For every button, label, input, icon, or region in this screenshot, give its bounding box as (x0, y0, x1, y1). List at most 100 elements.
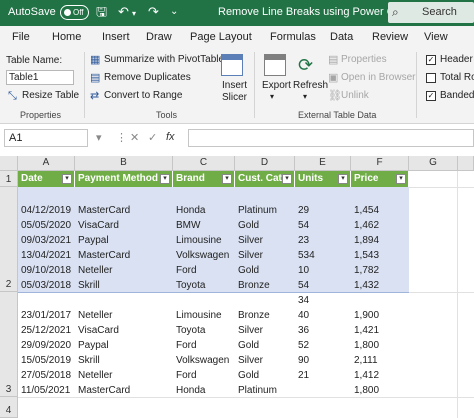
row-header-4[interactable]: 4 (0, 397, 18, 418)
row-header-2[interactable]: 2 (0, 187, 18, 292)
group-divider (416, 52, 417, 118)
enter-icon[interactable]: ✓ (148, 131, 157, 144)
cell-payment-method: Neteller (78, 370, 113, 381)
cell-brand: Limousine (176, 310, 222, 321)
cell-cust-cat: Platinum (238, 385, 277, 396)
total-row-checkbox[interactable] (426, 73, 436, 83)
cell-cust-cat: Gold (238, 340, 260, 351)
tab-insert[interactable]: Insert (102, 31, 130, 43)
tab-view[interactable]: View (424, 31, 448, 43)
search-box[interactable]: ⌕ Search (388, 2, 474, 23)
column-header-b[interactable]: B (75, 156, 173, 171)
table-header-units: Units ▾ (295, 171, 351, 187)
tab-page-layout[interactable]: Page Layout (190, 31, 252, 43)
external-data-group-label: External Table Data (298, 110, 377, 120)
cell-brand: Ford (176, 340, 197, 351)
filter-dropdown-icon[interactable]: ▾ (62, 174, 72, 184)
name-box[interactable]: A1 (4, 129, 88, 147)
remove-duplicates-icon: ▤ (90, 72, 101, 84)
autosave-toggle[interactable]: Off (60, 5, 89, 20)
formula-input[interactable] (188, 129, 474, 147)
summarize-pivot-button[interactable]: Summarize with PivotTable (104, 54, 224, 65)
properties-group-label: Properties (20, 110, 62, 120)
cell-cust-cat: Platinum (238, 205, 277, 216)
cell-brand: Ford (176, 370, 197, 381)
more-options-icon: ⋮ (116, 132, 127, 144)
remove-duplicates-button[interactable]: Remove Duplicates (104, 72, 191, 83)
convert-to-range-button[interactable]: Convert to Range (104, 90, 182, 101)
row-header-1[interactable]: 1 (0, 171, 18, 187)
cell-price: 1,800 (354, 385, 380, 396)
cell-date: 13/04/2021 (21, 250, 72, 261)
column-header-g[interactable]: G (409, 156, 458, 171)
worksheet-grid: A B C D E F G 1 2 3 4 Date ▾ Payment Meth… (0, 156, 474, 418)
cell-payment-method: Skrill (78, 280, 100, 291)
row-header-3[interactable]: 3 (0, 292, 18, 397)
column-header-c[interactable]: C (173, 156, 235, 171)
refresh-icon: ⟳ (298, 55, 314, 75)
cell-cust-cat: Bronze (238, 310, 270, 321)
cell-date: 29/09/2020 (21, 340, 72, 351)
total-row-label: Total Ro (440, 72, 474, 83)
open-in-browser-button[interactable]: Open in Browser (341, 72, 415, 83)
cell-units: 36 (298, 325, 310, 336)
undo-dropdown-icon[interactable]: ▾ (132, 6, 136, 22)
cell-brand: Limousine (176, 235, 222, 246)
name-box-dropdown-icon[interactable]: ▾ (96, 131, 102, 144)
column-header-next[interactable] (458, 156, 474, 171)
tab-data[interactable]: Data (330, 31, 353, 43)
header-row-checkbox[interactable]: ✓ (426, 55, 436, 65)
table-name-label: Table Name: (6, 55, 63, 66)
insert-function-icon[interactable]: fx (166, 131, 175, 143)
unlink-button[interactable]: Unlink (341, 90, 369, 101)
search-icon: ⌕ (392, 5, 399, 19)
properties-button[interactable]: Properties (341, 54, 387, 65)
ribbon-tabs: File Home Insert Draw Page Layout Formul… (0, 26, 474, 48)
refresh-button[interactable]: Refresh (293, 80, 328, 91)
filter-dropdown-icon[interactable]: ▾ (282, 174, 292, 184)
tab-home[interactable]: Home (52, 31, 81, 43)
filter-dropdown-icon[interactable]: ▾ (396, 174, 406, 184)
customize-toolbar-icon[interactable]: ⌄ (170, 4, 178, 20)
cell-payment-method: VisaCard (78, 325, 119, 336)
column-header-e[interactable]: E (295, 156, 351, 171)
column-header-f[interactable]: F (351, 156, 409, 171)
cell-date: 27/05/2018 (21, 370, 72, 381)
export-dropdown-icon[interactable]: ▾ (270, 92, 274, 101)
export-button[interactable]: Export (262, 80, 291, 91)
redo-icon[interactable]: ↷ (148, 4, 159, 20)
resize-table-icon: ⤡ (8, 90, 17, 102)
cell-payment-method: MasterCard (78, 205, 131, 216)
toggle-knob (64, 9, 71, 16)
select-all-corner[interactable] (0, 156, 18, 171)
cell-cust-cat: Silver (238, 355, 264, 366)
cell-brand: BMW (176, 220, 201, 231)
gridline (409, 187, 474, 188)
export-icon (264, 54, 286, 76)
cell-brand: Toyota (176, 325, 206, 336)
save-icon[interactable]: 🖫 (96, 4, 107, 20)
gridline (409, 292, 474, 293)
table-name-input[interactable]: Table1 (6, 70, 74, 85)
insert-slicer-button[interactable]: Insert (222, 80, 247, 91)
undo-icon[interactable]: ↶ (118, 4, 129, 20)
cell-payment-method: VisaCard (78, 220, 119, 231)
cell-units: 40 (298, 310, 310, 321)
cancel-icon[interactable]: ✕ (130, 131, 139, 144)
filter-dropdown-icon[interactable]: ▾ (222, 174, 232, 184)
group-divider (84, 52, 85, 118)
tab-file[interactable]: File (12, 31, 30, 43)
resize-table-button[interactable]: Resize Table (22, 90, 79, 101)
refresh-dropdown-icon[interactable]: ▾ (303, 92, 307, 101)
column-header-a[interactable]: A (18, 156, 75, 171)
tab-formulas[interactable]: Formulas (270, 31, 316, 43)
cell-units: 21 (298, 370, 310, 381)
tab-review[interactable]: Review (372, 31, 408, 43)
column-header-d[interactable]: D (235, 156, 295, 171)
banded-rows-checkbox[interactable]: ✓ (426, 91, 436, 101)
filter-dropdown-icon[interactable]: ▾ (338, 174, 348, 184)
cell-units: 52 (298, 340, 310, 351)
filter-dropdown-icon[interactable]: ▾ (160, 174, 170, 184)
tab-draw[interactable]: Draw (146, 31, 172, 43)
cell-date: 04/12/2019 (21, 205, 72, 216)
